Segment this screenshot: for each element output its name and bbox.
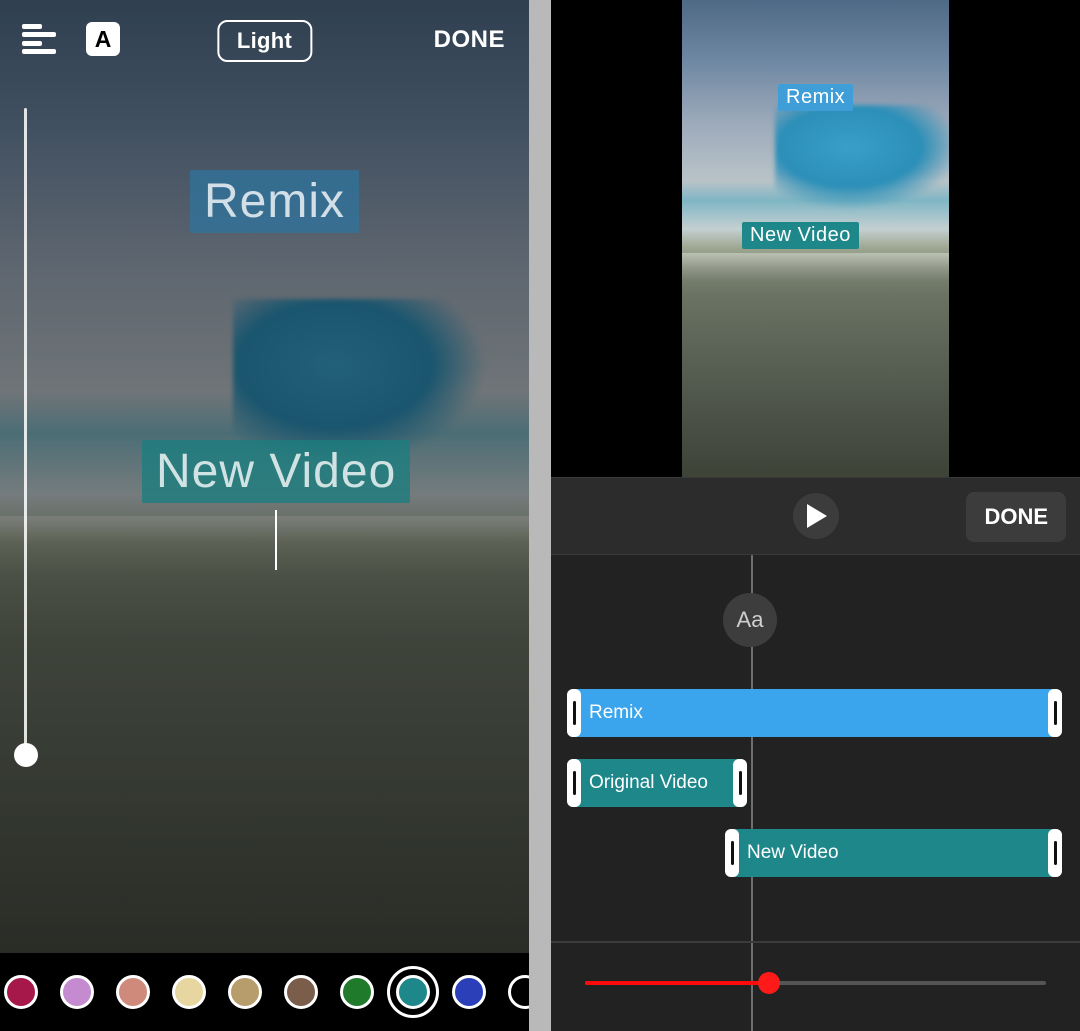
clip-trim-handle-right[interactable] bbox=[1048, 829, 1062, 877]
color-swatch-umber[interactable] bbox=[284, 975, 318, 1009]
color-swatch-sand[interactable] bbox=[228, 975, 262, 1009]
clip-label: New Video bbox=[747, 842, 839, 864]
color-swatch-salmon[interactable] bbox=[116, 975, 150, 1009]
clip-label: Original Video bbox=[589, 772, 708, 794]
add-text-button[interactable]: Aa bbox=[723, 593, 777, 647]
clip-trim-handle-right[interactable] bbox=[733, 759, 747, 807]
playback-bar: DONE bbox=[551, 477, 1080, 555]
clip-remix[interactable]: Remix bbox=[567, 689, 1062, 737]
dim-overlay bbox=[0, 0, 529, 1031]
done-button[interactable]: DONE bbox=[966, 492, 1066, 542]
clip-trim-handle-right[interactable] bbox=[1048, 689, 1062, 737]
color-swatch-orchid[interactable] bbox=[60, 975, 94, 1009]
color-swatch-crimson[interactable] bbox=[4, 975, 38, 1009]
color-swatch-forest[interactable] bbox=[340, 975, 374, 1009]
color-swatch-indigo[interactable] bbox=[452, 975, 486, 1009]
text-caret bbox=[275, 510, 277, 570]
clip-trim-handle-left[interactable] bbox=[567, 759, 581, 807]
preview-text-remix: Remix bbox=[778, 84, 853, 111]
timeline-zoom-slider[interactable] bbox=[585, 981, 1046, 985]
sky-cloud-decoration bbox=[775, 105, 949, 210]
text-style-button[interactable]: A bbox=[86, 22, 120, 56]
font-size-slider[interactable] bbox=[24, 108, 27, 763]
video-preview[interactable]: Remix New Video bbox=[551, 0, 1080, 477]
zoom-slider-fill bbox=[585, 981, 769, 985]
preview-frame: Remix New Video bbox=[682, 0, 949, 477]
play-icon bbox=[805, 504, 827, 528]
color-swatch-teal[interactable] bbox=[396, 975, 430, 1009]
text-align-icon[interactable] bbox=[22, 24, 56, 54]
play-button[interactable] bbox=[793, 493, 839, 539]
slider-knob[interactable] bbox=[14, 743, 38, 767]
screenshot-divider bbox=[529, 0, 551, 1031]
text-overlay-remix[interactable]: Remix bbox=[190, 170, 359, 233]
preview-text-new-video: New Video bbox=[742, 222, 859, 249]
color-swatch-strip bbox=[0, 953, 529, 1031]
font-select-button[interactable]: Light bbox=[217, 20, 312, 62]
timeline-divider bbox=[551, 941, 1080, 943]
clip-trim-handle-left[interactable] bbox=[725, 829, 739, 877]
done-button[interactable]: DONE bbox=[434, 26, 505, 54]
timeline-area[interactable]: Aa Remix Original Video New Video bbox=[551, 555, 1080, 1031]
clip-new-video[interactable]: New Video bbox=[725, 829, 1062, 877]
color-swatch-black[interactable] bbox=[508, 975, 529, 1009]
text-overlay-new-video[interactable]: New Video bbox=[142, 440, 410, 503]
text-editor-screen: A Light DONE Remix New Video bbox=[0, 0, 529, 1031]
text-editor-toolbar: A Light DONE bbox=[0, 0, 529, 78]
clip-trim-handle-left[interactable] bbox=[567, 689, 581, 737]
wave-decoration bbox=[682, 253, 949, 281]
clip-original-video[interactable]: Original Video bbox=[567, 759, 747, 807]
color-swatch-wheat[interactable] bbox=[172, 975, 206, 1009]
zoom-slider-knob[interactable] bbox=[758, 972, 780, 994]
clip-label: Remix bbox=[589, 702, 643, 724]
timeline-editor-screen: Remix New Video DONE Aa Remix Original V… bbox=[551, 0, 1080, 1031]
